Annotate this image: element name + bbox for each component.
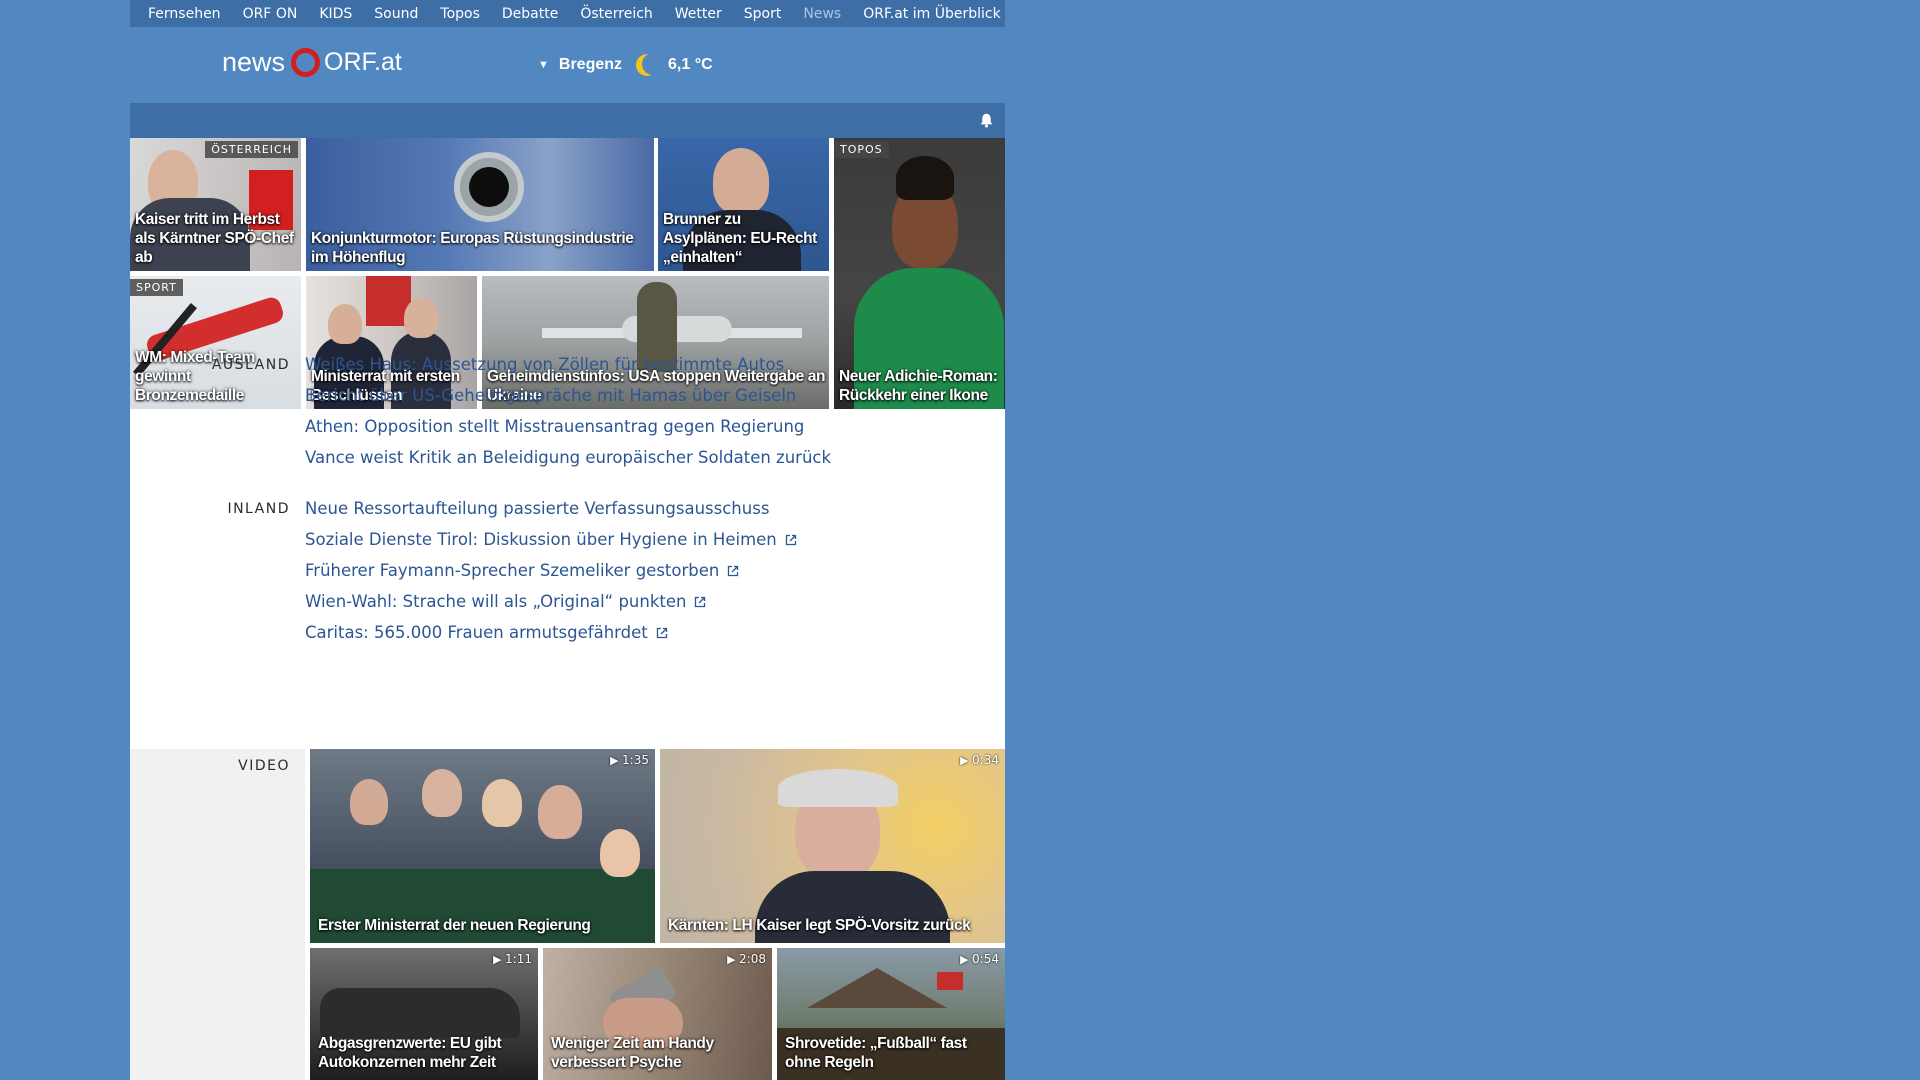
nav-item-sound[interactable]: Sound	[363, 6, 429, 22]
main-content: ÖSTERREICH Kaiser tritt im Herbst als Kä…	[130, 138, 1005, 1080]
person-decoration	[538, 785, 582, 839]
headline-link[interactable]: Früherer Faymann-Sprecher Szemeliker ges…	[305, 561, 739, 580]
top-navigation: Fernsehen ORF ON KIDS Sound Topos Debatt…	[130, 0, 1005, 27]
nav-item-debatte[interactable]: Debatte	[491, 6, 569, 22]
video-teaser-shrovetide[interactable]: 0:54 Shrovetide: „Fußball“ fast ohne Reg…	[777, 948, 1005, 1080]
person-decoration	[404, 298, 438, 338]
bell-icon[interactable]	[978, 112, 995, 129]
section-label-inland: INLAND	[227, 501, 290, 517]
external-link-icon	[728, 565, 739, 577]
nav-item-oesterreich[interactable]: Österreich	[569, 6, 663, 22]
video-title: Weniger Zeit am Handy verbessert Psyche	[551, 1035, 714, 1071]
nav-item-fernsehen[interactable]: Fernsehen	[130, 6, 232, 22]
weather-widget[interactable]: ▼ Bregenz 6,1 °C	[538, 54, 713, 76]
logo-news-text: news	[222, 47, 286, 77]
teaser-title: Konjunkturmotor: Europas Rüstungsindustr…	[311, 230, 634, 266]
nav-item-kids[interactable]: KIDS	[308, 6, 363, 22]
person-decoration	[422, 769, 462, 817]
weather-temperature: 6,1 °C	[668, 56, 713, 73]
person-decoration	[328, 304, 362, 344]
nav-item-wetter[interactable]: Wetter	[664, 6, 733, 22]
teaser-title: Neuer Adichie-Roman: Rückkehr einer Ikon…	[839, 368, 998, 404]
headline-link[interactable]: Vance weist Kritik an Beleidigung europä…	[305, 448, 831, 467]
headline-text: Neue Ressortaufteilung passierte Verfass…	[305, 499, 770, 518]
external-link-icon	[656, 627, 667, 639]
teaser-adichie[interactable]: TOPOS Neuer Adichie-Roman: Rückkehr eine…	[834, 138, 1005, 409]
video-duration: 1:11	[493, 952, 532, 966]
flag-decoration	[937, 972, 963, 990]
headline-link[interactable]: Wien-Wahl: Strache will als „Original“ p…	[305, 592, 706, 611]
video-duration: 1:35	[610, 753, 649, 767]
person-decoration	[482, 779, 522, 827]
video-teaser-abgas[interactable]: 1:11 Abgasgrenzwerte: EU gibt Autokonzer…	[310, 948, 538, 1080]
teaser-title: Kaiser tritt im Herbst als Kärntner SPÖ-…	[135, 211, 294, 266]
moon-icon	[636, 54, 658, 76]
section-label-ausland: AUSLAND	[211, 357, 290, 373]
nav-item-topos[interactable]: Topos	[429, 6, 490, 22]
nav-item-sport[interactable]: Sport	[733, 6, 793, 22]
headline-link[interactable]: Soziale Dienste Tirol: Diskussion über H…	[305, 530, 797, 549]
hair-decoration	[778, 769, 898, 807]
teaser-title: Brunner zu Asylplänen: EU-Recht „einhalt…	[663, 211, 817, 266]
video-duration: 0:54	[960, 952, 999, 966]
site-header: news ORF.at ▼ Bregenz 6,1 °C	[130, 27, 1005, 103]
teaser-brunner[interactable]: Brunner zu Asylplänen: EU-Recht „einhalt…	[658, 138, 829, 271]
headline-link[interactable]: Bericht über US-Geheimgespräche mit Hama…	[305, 386, 796, 405]
notification-bar	[130, 103, 1005, 138]
person-decoration	[350, 779, 388, 825]
headline-text: Früherer Faymann-Sprecher Szemeliker ges…	[305, 561, 720, 580]
headline-text: Soziale Dienste Tirol: Diskussion über H…	[305, 530, 777, 549]
teaser-wm[interactable]: SPORT WM: Mixed-Team gewinnt Bronzemedai…	[130, 276, 301, 409]
headline-link[interactable]: Caritas: 565.000 Frauen armutsgefährdet	[305, 623, 668, 642]
person-decoration	[600, 829, 640, 877]
teaser-kaiser[interactable]: ÖSTERREICH Kaiser tritt im Herbst als Kä…	[130, 138, 301, 271]
headline-link[interactable]: Athen: Opposition stellt Misstrauensantr…	[305, 417, 804, 436]
headline-link[interactable]: Neue Ressortaufteilung passierte Verfass…	[305, 499, 769, 518]
weather-location[interactable]: Bregenz	[559, 56, 622, 74]
teaser-ruestung[interactable]: Konjunkturmotor: Europas Rüstungsindustr…	[306, 138, 654, 271]
section-label-video: VIDEO	[238, 758, 290, 774]
orf-ring-icon	[291, 48, 321, 77]
video-section-sidebar	[130, 749, 305, 1080]
page-container: Fernsehen ORF ON KIDS Sound Topos Debatt…	[130, 0, 1005, 1080]
nav-overview-link[interactable]: ORF.at im Überblick	[852, 6, 1020, 22]
external-link-icon	[785, 534, 796, 546]
person-decoration	[713, 148, 769, 214]
video-teaser-kaiser[interactable]: 0:34 Kärnten: LH Kaiser legt SPÖ-Vorsitz…	[660, 749, 1005, 943]
video-duration: 2:08	[727, 952, 766, 966]
video-teaser-ministerrat[interactable]: 1:35 Erster Ministerrat der neuen Regier…	[310, 749, 655, 943]
roof-decoration	[807, 968, 947, 1008]
teaser-badge: SPORT	[130, 279, 183, 296]
headline-text: Wien-Wahl: Strache will als „Original“ p…	[305, 592, 687, 611]
video-title: Shrovetide: „Fußball“ fast ohne Regeln	[785, 1035, 967, 1071]
hair-decoration	[896, 156, 954, 200]
teaser-badge: ÖSTERREICH	[205, 141, 298, 158]
nav-item-orf-on[interactable]: ORF ON	[232, 6, 309, 22]
nav-item-news[interactable]: News	[792, 6, 852, 22]
car-decoration	[320, 988, 520, 1038]
headline-link[interactable]: Weißes Haus: Aussetzung von Zöllen für b…	[305, 355, 784, 374]
teaser-badge: TOPOS	[834, 141, 889, 158]
video-title: Erster Ministerrat der neuen Regierung	[318, 917, 591, 934]
headline-text: Caritas: 565.000 Frauen armutsgefährdet	[305, 623, 648, 642]
logo-orf-text: ORF.at	[324, 48, 402, 76]
external-link-icon	[695, 596, 706, 608]
video-teaser-handy[interactable]: 2:08 Weniger Zeit am Handy verbessert Ps…	[543, 948, 772, 1080]
video-title: Kärnten: LH Kaiser legt SPÖ-Vorsitz zurü…	[668, 917, 971, 934]
barrel-hole-decoration	[469, 167, 509, 207]
video-title: Abgasgrenzwerte: EU gibt Autokonzernen m…	[318, 1035, 502, 1071]
video-duration: 0:34	[960, 753, 999, 767]
caret-down-icon[interactable]: ▼	[538, 59, 549, 71]
news-orf-logo[interactable]: news ORF.at	[222, 47, 402, 78]
